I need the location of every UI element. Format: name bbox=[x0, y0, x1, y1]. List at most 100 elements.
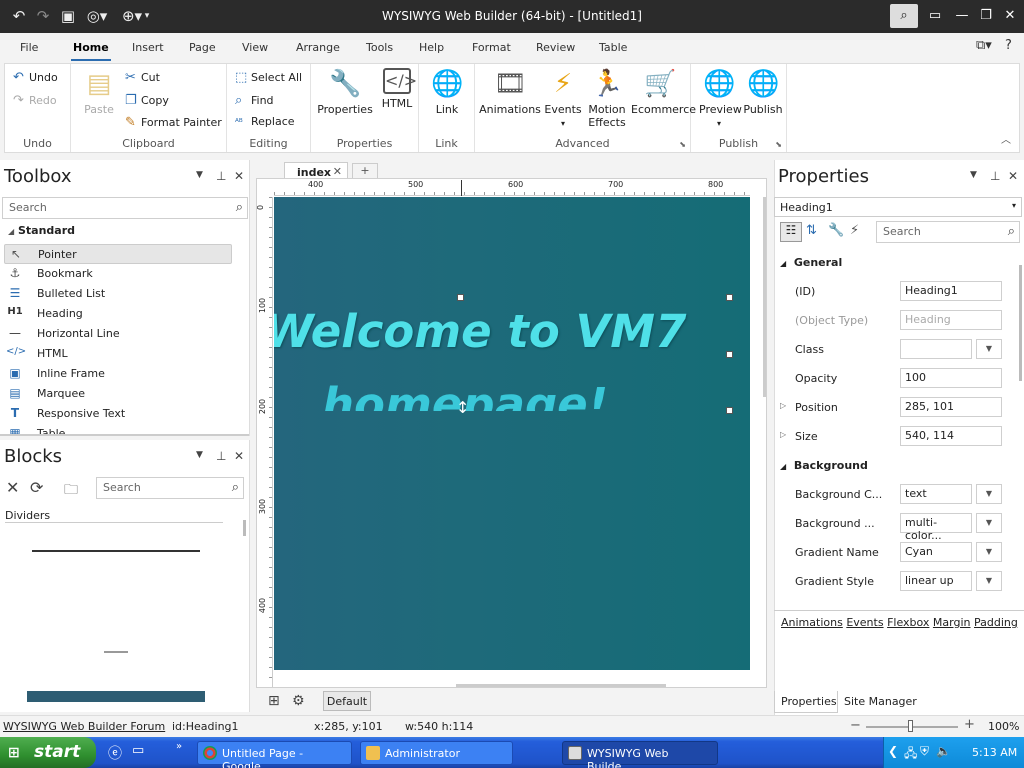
default-button[interactable]: Default bbox=[323, 691, 371, 711]
publish-launcher-icon[interactable]: ⬊ bbox=[775, 140, 782, 149]
page-settings-icon[interactable]: ⚙ bbox=[292, 693, 305, 709]
tab-tools[interactable]: Tools bbox=[366, 41, 393, 54]
canvas-horizontal-scrollbar[interactable] bbox=[456, 684, 666, 687]
blocks-close-icon[interactable]: ✕ bbox=[234, 449, 244, 463]
find-button[interactable]: ⌕ Find bbox=[235, 93, 274, 108]
window-options-icon[interactable]: ⧉▾ bbox=[976, 38, 992, 53]
zoom-slider-thumb[interactable] bbox=[908, 720, 913, 732]
size-field[interactable]: 540, 114 bbox=[900, 426, 1002, 446]
properties-menu-icon[interactable]: ▼ bbox=[970, 170, 977, 180]
blocks-menu-icon[interactable]: ▼ bbox=[196, 450, 203, 460]
blocks-scrollbar[interactable] bbox=[243, 520, 246, 536]
object-selector[interactable]: Heading1 ▾ bbox=[774, 197, 1022, 217]
properties-scrollbar[interactable] bbox=[1019, 265, 1022, 381]
tray-expand-icon[interactable]: ❮ bbox=[888, 744, 898, 758]
toolbox-item[interactable]: H1 Heading bbox=[4, 304, 232, 324]
animations-button[interactable]: 🎞 Animations bbox=[479, 68, 541, 116]
tab-close-icon[interactable]: ✕ bbox=[333, 165, 342, 178]
redo-button[interactable]: ↷ Redo bbox=[13, 93, 57, 108]
toolbox-close-icon[interactable]: ✕ bbox=[234, 169, 244, 183]
search-icon[interactable]: ⌕ bbox=[890, 4, 918, 28]
ecommerce-button[interactable]: 🛒 Ecommerce bbox=[631, 68, 696, 116]
tab-view[interactable]: View bbox=[242, 41, 268, 54]
flexbox-link[interactable]: Flexbox bbox=[887, 616, 929, 629]
network-icon[interactable]: 🖧 bbox=[904, 744, 917, 765]
tab-help[interactable]: Help bbox=[419, 41, 444, 54]
tab-home[interactable]: Home bbox=[71, 41, 111, 61]
canvas-vertical-scrollbar[interactable] bbox=[763, 197, 766, 397]
tab-table[interactable]: Table bbox=[599, 41, 627, 54]
layout-icon[interactable]: ▭ bbox=[921, 4, 949, 28]
expand-icon[interactable]: ▷ bbox=[780, 401, 786, 410]
toolbox-menu-icon[interactable]: ▼ bbox=[196, 170, 203, 180]
add-page-icon[interactable]: ⊞ bbox=[268, 693, 280, 709]
undo-button[interactable]: ↶ Undo bbox=[13, 70, 58, 85]
divider-block-preview[interactable] bbox=[27, 691, 205, 702]
ie-icon[interactable]: ⓔ bbox=[108, 743, 122, 763]
gradient-name-field[interactable]: Cyan bbox=[900, 542, 972, 562]
refresh-icon[interactable]: ⟳ bbox=[30, 478, 43, 497]
section-general[interactable]: ◢ General bbox=[780, 256, 842, 269]
pin-icon[interactable]: ⊥ bbox=[216, 169, 226, 183]
tab-review[interactable]: Review bbox=[536, 41, 575, 54]
resize-handle[interactable] bbox=[726, 294, 733, 301]
position-field[interactable]: 285, 101 bbox=[900, 397, 1002, 417]
tab-file[interactable]: File bbox=[20, 41, 38, 54]
help-icon[interactable]: ? bbox=[1005, 38, 1012, 53]
padding-link[interactable]: Padding bbox=[974, 616, 1018, 629]
collapse-ribbon-icon[interactable]: ︿ bbox=[1001, 131, 1011, 146]
page-content[interactable]: Welcome to VM7 homepage! ↕ bbox=[274, 197, 750, 670]
categorized-view-icon[interactable]: ☷ bbox=[780, 222, 802, 242]
background-dropdown-icon[interactable]: ▼ bbox=[976, 513, 1002, 533]
task-wysiwyg[interactable]: WYSIWYG Web Builde... bbox=[562, 741, 718, 768]
tab-properties[interactable]: Properties bbox=[774, 691, 838, 713]
gradient-name-dropdown-icon[interactable]: ▼ bbox=[976, 542, 1002, 562]
new-tab-button[interactable]: + bbox=[352, 163, 378, 179]
replace-button[interactable]: ᴬᴮ Replace bbox=[235, 115, 295, 128]
toolbox-section-standard[interactable]: ◢ Standard bbox=[8, 224, 75, 237]
motion-effects-button[interactable]: 🏃 Motion Effects bbox=[585, 68, 629, 129]
opacity-field[interactable]: 100 bbox=[900, 368, 1002, 388]
shield-icon[interactable]: ⛨ bbox=[920, 744, 929, 759]
volume-icon[interactable]: 🔈 bbox=[936, 744, 951, 758]
properties-search-input[interactable]: Search ⌕ bbox=[876, 221, 1020, 243]
resize-handle[interactable] bbox=[726, 351, 733, 358]
start-button[interactable]: ⊞ start bbox=[0, 737, 96, 768]
expand-icon[interactable]: ▷ bbox=[780, 430, 786, 439]
toolbox-item[interactable]: — Horizontal Line bbox=[4, 324, 232, 344]
bg-color-field[interactable]: text bbox=[900, 484, 972, 504]
blocks-search-input[interactable]: Search ⌕ bbox=[96, 477, 244, 499]
preview-button[interactable]: 🌐 Preview ▾ bbox=[699, 68, 742, 129]
gradient-style-dropdown-icon[interactable]: ▼ bbox=[976, 571, 1002, 591]
html-button[interactable]: </> HTML bbox=[379, 68, 417, 110]
close-button[interactable]: ✕ bbox=[996, 4, 1024, 28]
properties-close-icon[interactable]: ✕ bbox=[1008, 169, 1018, 183]
sort-az-icon[interactable]: ⇅ bbox=[806, 223, 817, 238]
desktop-icon[interactable]: ▭ bbox=[132, 743, 144, 758]
tab-arrange[interactable]: Arrange bbox=[296, 41, 340, 54]
paste-button[interactable]: ▤ Paste bbox=[79, 68, 119, 116]
lightning-icon[interactable]: ⚡ bbox=[850, 223, 859, 238]
toolbox-item[interactable]: ☰ Bulleted List bbox=[4, 284, 232, 304]
tab-site-manager[interactable]: Site Manager bbox=[844, 695, 917, 708]
format-painter-button[interactable]: ✎ Format Painter bbox=[125, 115, 222, 130]
link-button[interactable]: 🌐 Link bbox=[429, 68, 465, 116]
zoom-out-icon[interactable]: − bbox=[850, 718, 861, 733]
id-field[interactable]: Heading1 bbox=[900, 281, 1002, 301]
dialog-launcher-icon[interactable]: ⬊ bbox=[679, 140, 686, 149]
section-background[interactable]: ◢ Background bbox=[780, 459, 868, 472]
toolbox-item[interactable]: ▤ Marquee bbox=[4, 384, 232, 404]
wrench-icon[interactable]: 🔧 bbox=[828, 223, 844, 238]
properties-button[interactable]: 🔧 Properties bbox=[317, 68, 373, 116]
task-chrome[interactable]: Untitled Page - Google... bbox=[197, 741, 352, 768]
tab-insert[interactable]: Insert bbox=[132, 41, 164, 54]
divider-block-preview[interactable] bbox=[32, 550, 200, 552]
forum-link[interactable]: WYSIWYG Web Builder Forum bbox=[3, 720, 165, 733]
margin-link[interactable]: Margin bbox=[933, 616, 971, 629]
resize-handle[interactable] bbox=[457, 294, 464, 301]
copy-button[interactable]: ❐ Copy bbox=[125, 93, 169, 108]
task-explorer[interactable]: Administrator bbox=[360, 741, 513, 765]
properties-pin-icon[interactable]: ⊥ bbox=[990, 169, 1000, 183]
delete-icon[interactable]: ✕ bbox=[6, 478, 19, 497]
tab-page[interactable]: Page bbox=[189, 41, 216, 54]
